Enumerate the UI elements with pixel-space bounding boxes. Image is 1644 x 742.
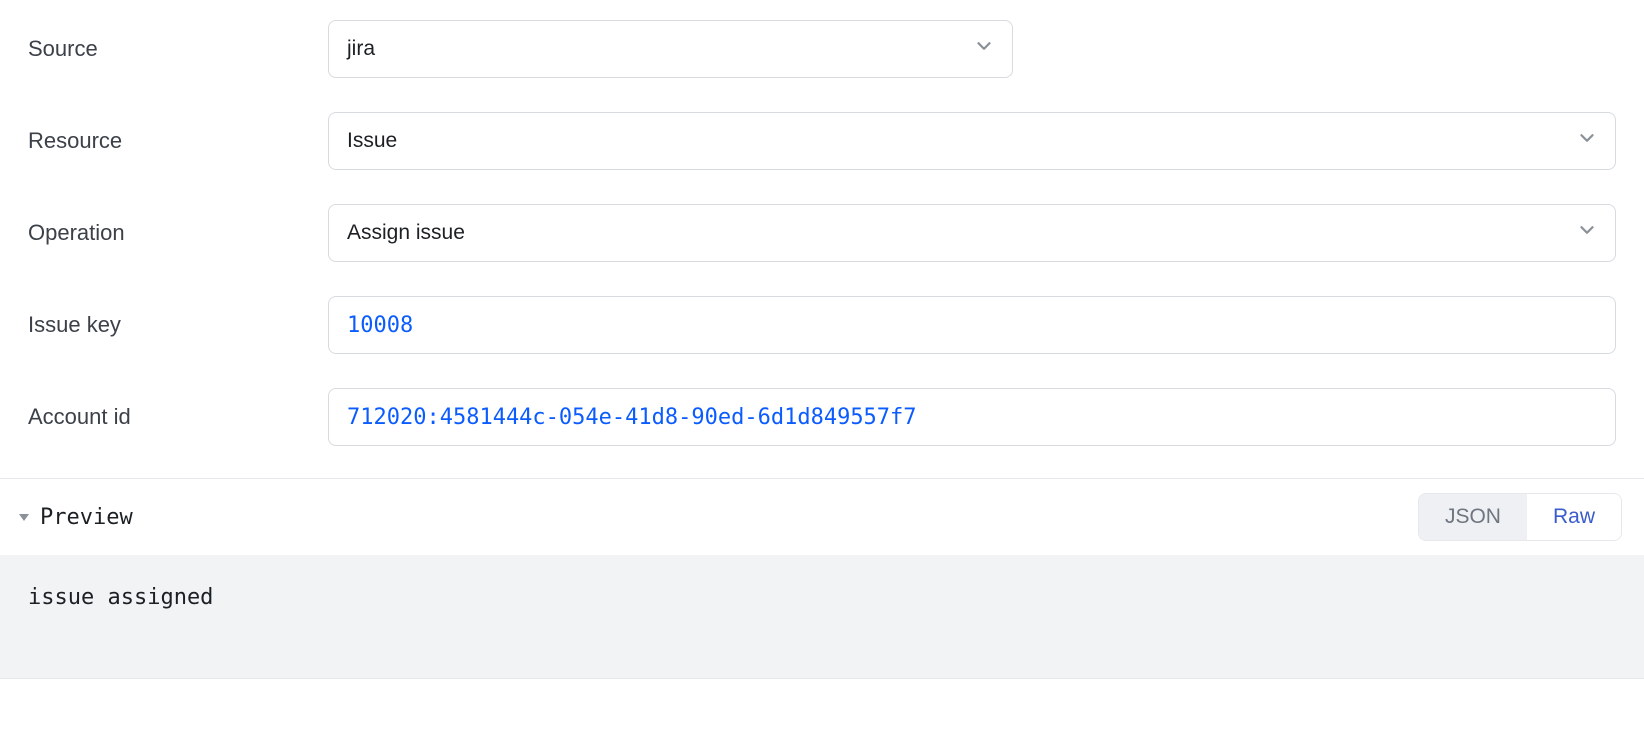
operation-select-value: Assign issue xyxy=(347,221,465,245)
label-account-id: Account id xyxy=(28,404,328,430)
preview-body: issue assigned xyxy=(0,555,1644,679)
issue-key-input[interactable] xyxy=(328,296,1616,354)
account-id-input[interactable] xyxy=(328,388,1616,446)
row-source: Source jira xyxy=(28,20,1616,78)
label-issue-key: Issue key xyxy=(28,312,328,338)
resource-select-value: Issue xyxy=(347,129,397,153)
preview-title: Preview xyxy=(40,505,133,530)
row-resource: Resource Issue xyxy=(28,112,1616,170)
toggle-json-button[interactable]: JSON xyxy=(1419,494,1527,540)
disclosure-triangle-icon xyxy=(18,511,30,523)
toggle-raw-button[interactable]: Raw xyxy=(1527,494,1621,540)
preview-format-toggle: JSON Raw xyxy=(1418,493,1622,541)
row-operation: Operation Assign issue xyxy=(28,204,1616,262)
control-operation: Assign issue xyxy=(328,204,1616,262)
preview-output-text: issue assigned xyxy=(28,585,1616,610)
row-account-id: Account id xyxy=(28,388,1616,446)
operation-select[interactable]: Assign issue xyxy=(328,204,1616,262)
preview-header-left[interactable]: Preview xyxy=(18,505,133,530)
label-operation: Operation xyxy=(28,220,328,246)
operation-select-wrap: Assign issue xyxy=(328,204,1616,262)
source-select[interactable]: jira xyxy=(328,20,1013,78)
label-resource: Resource xyxy=(28,128,328,154)
source-select-wrap: jira xyxy=(328,20,1013,78)
form-section: Source jira Resource Issue xyxy=(0,0,1644,478)
control-account-id xyxy=(328,388,1616,446)
source-select-value: jira xyxy=(347,37,375,61)
control-source: jira xyxy=(328,20,1013,78)
preview-header: Preview JSON Raw xyxy=(0,479,1644,555)
row-issue-key: Issue key xyxy=(28,296,1616,354)
label-source: Source xyxy=(28,36,328,62)
control-resource: Issue xyxy=(328,112,1616,170)
resource-select[interactable]: Issue xyxy=(328,112,1616,170)
control-issue-key xyxy=(328,296,1616,354)
resource-select-wrap: Issue xyxy=(328,112,1616,170)
